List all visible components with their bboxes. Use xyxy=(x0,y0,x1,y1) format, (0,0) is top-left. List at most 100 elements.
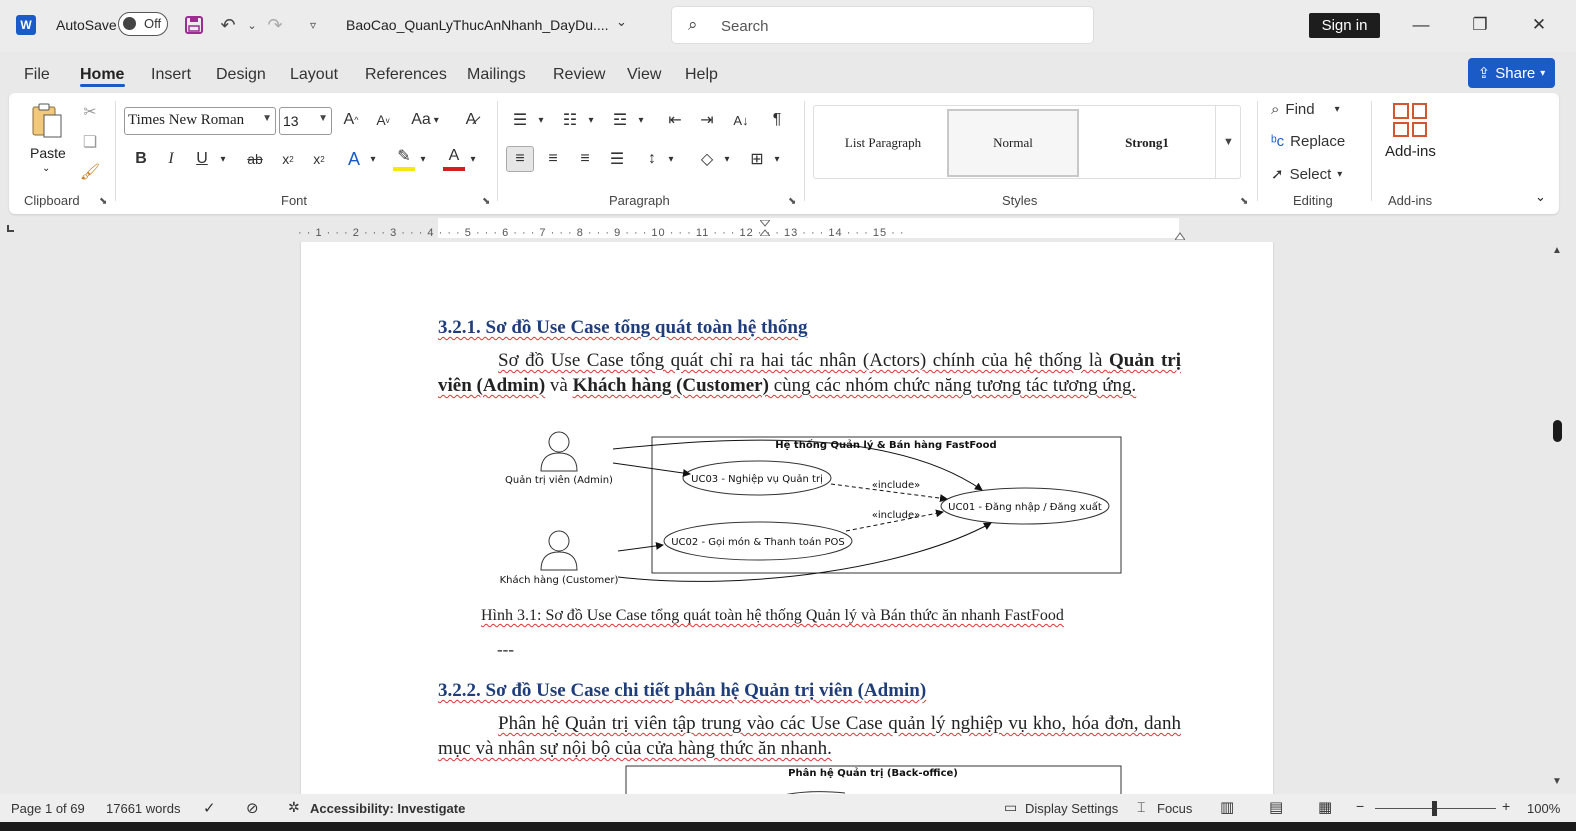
numbering-icon[interactable]: ☷ xyxy=(559,108,581,132)
tab-selector-icon[interactable] xyxy=(7,225,14,232)
save-icon[interactable] xyxy=(181,12,207,38)
styles-launcher-icon[interactable]: ⬊ xyxy=(1240,196,1248,207)
format-painter-icon[interactable]: 🖌 xyxy=(79,161,101,183)
undo-icon[interactable]: ↶ xyxy=(215,12,241,38)
zoom-in-icon[interactable]: + xyxy=(1502,798,1510,814)
read-mode-icon[interactable]: ▥ xyxy=(1220,798,1234,816)
paragraph-launcher-icon[interactable]: ⬊ xyxy=(788,196,796,207)
tab-layout[interactable]: Layout xyxy=(290,66,338,84)
tab-mailings[interactable]: Mailings xyxy=(467,66,526,84)
proofing-icon[interactable]: ✓ xyxy=(203,799,216,817)
chevron-down-icon[interactable]: ▾ xyxy=(217,148,229,170)
tab-references[interactable]: References xyxy=(365,66,447,84)
chevron-down-icon[interactable]: ▾ xyxy=(665,146,677,172)
share-button[interactable]: ⇪ Share ▾ xyxy=(1468,58,1555,88)
accessibility-icon[interactable]: ✲ xyxy=(288,799,300,816)
grow-font-icon[interactable]: A ^ xyxy=(339,108,363,132)
right-indent-icon[interactable] xyxy=(1174,227,1186,241)
cut-icon[interactable]: ✂ xyxy=(79,101,101,123)
align-right-icon[interactable]: ≡ xyxy=(573,146,597,172)
document-title[interactable]: BaoCao_QuanLyThucAnNhanh_DayDu.... xyxy=(346,17,609,33)
borders-icon[interactable]: ⊞ xyxy=(745,146,769,172)
document-page[interactable]: 3.2.1. Sơ đồ Use Case tổng quát toàn hệ … xyxy=(301,242,1273,794)
align-left-icon[interactable]: ≡ xyxy=(506,146,534,172)
replace-button[interactable]: ᵇc Replace xyxy=(1271,133,1345,150)
font-color-icon[interactable]: A xyxy=(443,145,465,171)
vertical-scrollbar[interactable]: ▲ ▼ xyxy=(1547,242,1569,794)
clipboard-launcher-icon[interactable]: ⬊ xyxy=(99,196,107,207)
style-list-paragraph[interactable]: List Paragraph xyxy=(817,109,949,177)
scroll-thumb[interactable] xyxy=(1553,420,1562,442)
chevron-down-icon[interactable]: ▾ xyxy=(771,146,783,172)
multilevel-list-icon[interactable]: ☲ xyxy=(609,108,631,132)
tab-home[interactable]: Home xyxy=(80,66,124,84)
chevron-down-icon[interactable]: ⌄ xyxy=(42,163,50,174)
line-spacing-icon[interactable]: ↕ xyxy=(640,146,664,172)
add-ins-icon[interactable] xyxy=(1393,103,1427,137)
paste-icon[interactable] xyxy=(29,101,65,141)
tab-view[interactable]: View xyxy=(627,66,661,84)
align-center-icon[interactable]: ≡ xyxy=(541,146,565,172)
tab-design[interactable]: Design xyxy=(216,66,266,84)
clear-formatting-icon[interactable]: A̷ xyxy=(459,108,483,132)
redo-icon[interactable]: ↷ xyxy=(262,12,288,38)
increase-indent-icon[interactable]: ⇥ xyxy=(696,108,718,132)
page-count[interactable]: Page 1 of 69 xyxy=(11,801,85,816)
chevron-down-icon[interactable]: ▾ xyxy=(467,148,479,170)
font-name-select[interactable]: Times New Roman ▼ xyxy=(124,107,276,135)
display-settings-button[interactable]: Display Settings xyxy=(1025,801,1118,816)
customize-toolbar-icon[interactable]: ▿ xyxy=(300,12,326,38)
shading-icon[interactable]: ◇ xyxy=(695,146,719,172)
chevron-down-icon[interactable]: ▾ xyxy=(367,148,379,170)
chevron-down-icon[interactable]: ▾ xyxy=(635,108,647,132)
close-icon[interactable]: ✕ xyxy=(1526,12,1552,38)
focus-button[interactable]: Focus xyxy=(1157,801,1192,816)
minimize-icon[interactable]: — xyxy=(1408,12,1434,38)
font-size-select[interactable]: 13 ▼ xyxy=(279,107,332,135)
web-layout-icon[interactable]: ▦ xyxy=(1318,798,1332,816)
indent-marker-icon[interactable] xyxy=(758,219,772,237)
chevron-down-icon[interactable]: ⌄ xyxy=(616,14,627,30)
underline-icon[interactable]: U xyxy=(192,148,212,170)
highlight-icon[interactable]: ✎ xyxy=(393,145,415,171)
add-ins-button[interactable]: Add-ins xyxy=(1385,143,1436,160)
decrease-indent-icon[interactable]: ⇤ xyxy=(664,108,686,132)
focus-icon[interactable]: ⌶ xyxy=(1137,799,1145,816)
sort-icon[interactable]: A↓ xyxy=(729,108,753,132)
show-marks-icon[interactable]: ¶ xyxy=(766,108,788,132)
font-launcher-icon[interactable]: ⬊ xyxy=(482,196,490,207)
scroll-up-icon[interactable]: ▲ xyxy=(1552,245,1562,256)
styles-more-icon[interactable]: ▼ xyxy=(1215,105,1241,179)
collapse-ribbon-icon[interactable]: ⌄ xyxy=(1535,189,1546,205)
tab-file[interactable]: File xyxy=(24,66,50,84)
tab-review[interactable]: Review xyxy=(553,66,605,84)
track-changes-icon[interactable]: ⊘ xyxy=(246,799,259,817)
chevron-down-icon[interactable]: ▾ xyxy=(585,108,597,132)
italic-icon[interactable]: I xyxy=(161,148,181,170)
print-layout-icon[interactable]: ▤ xyxy=(1269,798,1283,816)
chevron-down-icon[interactable]: ▾ xyxy=(417,148,429,170)
copy-icon[interactable]: ❏ xyxy=(79,131,101,153)
style-strong1[interactable]: Strong1 xyxy=(1081,109,1213,177)
paste-label[interactable]: Paste xyxy=(30,145,66,161)
tab-insert[interactable]: Insert xyxy=(151,66,191,84)
document-canvas[interactable]: 3.2.1. Sơ đồ Use Case tổng quát toàn hệ … xyxy=(0,242,1576,794)
display-settings-icon[interactable]: ▭ xyxy=(1004,799,1017,816)
subscript-icon[interactable]: x2 xyxy=(277,148,299,170)
sign-in-button[interactable]: Sign in xyxy=(1309,13,1380,38)
find-button[interactable]: ⌕ Find ▾ xyxy=(1271,101,1340,118)
style-normal[interactable]: Normal xyxy=(947,109,1079,177)
zoom-level[interactable]: 100% xyxy=(1527,801,1560,816)
word-count[interactable]: 17661 words xyxy=(106,801,180,816)
search-box[interactable]: ⌕ Search xyxy=(671,6,1094,44)
restore-icon[interactable]: ❐ xyxy=(1467,12,1493,38)
text-effects-icon[interactable]: A xyxy=(343,148,365,170)
accessibility-status[interactable]: Accessibility: Investigate xyxy=(310,801,465,816)
bold-icon[interactable]: B xyxy=(131,148,151,170)
scroll-down-icon[interactable]: ▼ xyxy=(1552,776,1562,787)
shrink-font-icon[interactable]: Av xyxy=(371,108,395,132)
bullets-icon[interactable]: ☰ xyxy=(509,108,531,132)
tab-help[interactable]: Help xyxy=(685,66,718,84)
select-button[interactable]: ➚ Select ▾ xyxy=(1271,165,1342,184)
superscript-icon[interactable]: x2 xyxy=(308,148,330,170)
